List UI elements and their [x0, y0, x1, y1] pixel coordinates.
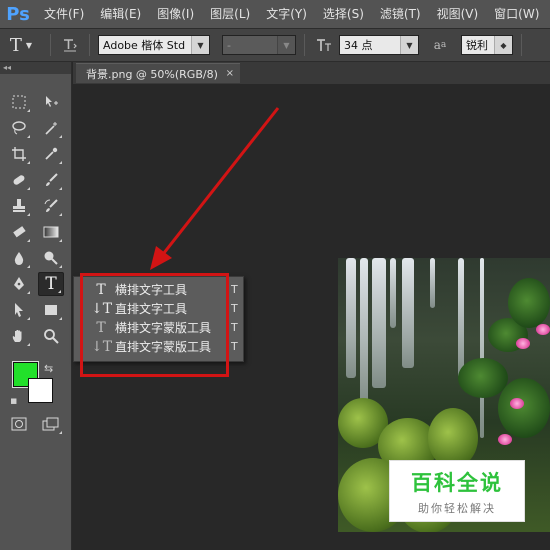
divider: [521, 34, 522, 56]
menu-filter[interactable]: 滤镜(T): [372, 0, 429, 28]
text-orientation-icon[interactable]: [59, 34, 81, 56]
pen-icon[interactable]: [6, 272, 32, 296]
document-tab[interactable]: 背景.png @ 50%(RGB/8) ×: [76, 63, 240, 83]
background-color-swatch[interactable]: [28, 378, 53, 403]
waterfall-stream: [458, 258, 464, 378]
quick-mask-icon[interactable]: [6, 412, 32, 436]
font-family-select[interactable]: Adobe 楷体 Std ▼: [98, 35, 210, 55]
pink-flower: [510, 398, 524, 409]
font-family-value: Adobe 楷体 Std: [103, 39, 186, 52]
type-tool-icon: T: [9, 34, 22, 56]
stamp-icon[interactable]: [6, 194, 32, 218]
waterfall-stream: [346, 258, 356, 378]
menu-edit[interactable]: 编辑(E): [92, 0, 149, 28]
chevron-down-icon: ▼: [277, 36, 295, 54]
path-select-icon[interactable]: [6, 298, 32, 322]
waterfall-stream: [430, 258, 435, 308]
pink-flower: [516, 338, 530, 349]
menu-select[interactable]: 选择(S): [315, 0, 372, 28]
panel-collapse-button[interactable]: ◂◂: [0, 62, 71, 74]
close-icon[interactable]: ×: [226, 68, 234, 79]
menu-file[interactable]: 文件(F): [36, 0, 92, 28]
watermark-subtitle: 助你轻松解决: [418, 501, 496, 515]
chevron-down-icon: ▼: [25, 40, 33, 50]
font-style-value: -: [227, 38, 231, 52]
menu-type[interactable]: 文字(Y): [258, 0, 315, 28]
magic-wand-icon[interactable]: [38, 116, 64, 140]
pink-flower: [498, 434, 512, 445]
move-icon[interactable]: [38, 90, 64, 114]
dodge-icon[interactable]: [38, 246, 64, 270]
antialias-value: 锐利: [466, 39, 488, 52]
shortcut-key: T: [231, 283, 238, 296]
document-tab-title: 背景.png @ 50%(RGB/8): [86, 67, 218, 81]
lasso-icon[interactable]: [6, 116, 32, 140]
photoshop-logo: Ps: [6, 3, 30, 25]
chevron-updown-icon: ◆: [494, 36, 512, 54]
crop-icon[interactable]: [6, 142, 32, 166]
eraser-icon[interactable]: [6, 220, 32, 244]
font-size-icon: [313, 34, 335, 56]
shortcut-key: T: [231, 321, 238, 334]
marquee-icon[interactable]: [6, 90, 32, 114]
eyedropper-icon[interactable]: [38, 142, 64, 166]
menu-layer[interactable]: 图层(L): [202, 0, 258, 28]
zoom-icon[interactable]: [38, 324, 64, 348]
foliage: [508, 278, 550, 328]
swap-colors-icon[interactable]: ⇆: [44, 362, 53, 375]
waterfall-stream: [372, 258, 386, 388]
chevron-down-icon: ▼: [191, 36, 209, 54]
rectangle-icon[interactable]: [38, 298, 64, 322]
healing-icon[interactable]: [6, 168, 32, 192]
annotation-highlight-box: [80, 273, 229, 377]
brush-icon[interactable]: [38, 168, 64, 192]
font-size-value: 34 点: [344, 39, 373, 52]
menu-image[interactable]: 图像(I): [149, 0, 202, 28]
options-bar: T ▼ Adobe 楷体 Std ▼ - ▼ 34 点 ▼ aa 锐利 ◆: [0, 28, 550, 62]
moss-rock: [428, 408, 478, 468]
pink-flower: [536, 324, 550, 335]
menu-window[interactable]: 窗口(W): [486, 0, 547, 28]
foliage: [498, 378, 550, 438]
gradient-icon[interactable]: [38, 220, 64, 244]
default-colors-icon[interactable]: ▪: [10, 394, 17, 407]
watermark-title: 百科全说: [411, 470, 503, 495]
divider: [304, 34, 305, 56]
tool-preset-picker[interactable]: T ▼: [0, 35, 42, 56]
shortcut-key: T: [231, 302, 238, 315]
chevron-down-icon: ▼: [400, 36, 418, 54]
divider: [50, 34, 51, 56]
menu-view[interactable]: 视图(V): [429, 0, 487, 28]
font-style-select[interactable]: - ▼: [222, 35, 296, 55]
waterfall-stream: [390, 258, 396, 328]
waterfall-stream: [360, 258, 368, 408]
history-brush-icon[interactable]: [38, 194, 64, 218]
waterfall-stream: [480, 258, 484, 438]
waterfall-stream: [402, 258, 414, 368]
type-icon[interactable]: T: [38, 272, 64, 296]
antialias-select[interactable]: 锐利 ◆: [461, 35, 513, 55]
font-size-select[interactable]: 34 点 ▼: [339, 35, 419, 55]
divider: [89, 34, 90, 56]
tools-panel: ◂◂ T ⇆ ▪: [0, 62, 72, 550]
blur-icon[interactable]: [6, 246, 32, 270]
antialias-icon: aa: [433, 38, 447, 52]
shortcut-key: T: [231, 340, 238, 353]
watermark-logo: 百科全说 助你轻松解决: [389, 460, 525, 522]
menu-bar: Ps 文件(F) 编辑(E) 图像(I) 图层(L) 文字(Y) 选择(S) 滤…: [0, 0, 550, 28]
screen-mode-icon[interactable]: [38, 412, 64, 436]
hand-icon[interactable]: [6, 324, 32, 348]
